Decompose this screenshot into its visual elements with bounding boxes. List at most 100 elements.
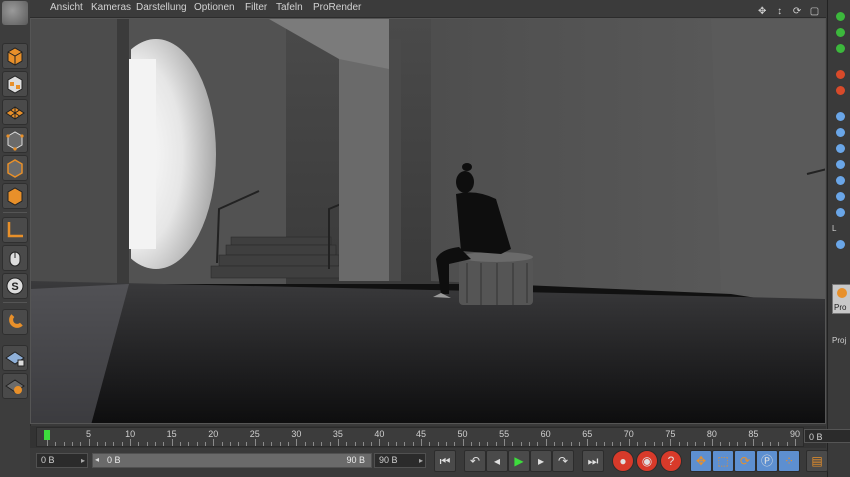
timeline-tick-mark <box>221 442 223 446</box>
current-frame-field[interactable]: 0 B <box>804 429 850 443</box>
record-active-button[interactable]: ● <box>612 450 634 472</box>
step-back-icon: ◂ <box>493 454 501 468</box>
parameter-p-icon: Ⓟ <box>760 454 773 468</box>
range-left-arrow-icon[interactable]: ◂ <box>95 455 99 464</box>
lock-workplane-button[interactable] <box>2 345 28 371</box>
menu-tafeln[interactable]: Tafeln <box>276 2 303 13</box>
maximize-view-icon[interactable]: ▢ <box>809 5 820 18</box>
polygons-mode-button[interactable] <box>2 183 28 209</box>
axis-mode-button[interactable] <box>2 217 28 243</box>
rotate-view-icon[interactable]: ↕ <box>774 5 785 18</box>
timeline-tick-mark <box>254 439 256 446</box>
object-tag-blue-icon[interactable] <box>836 192 845 201</box>
timeline-tick-mark <box>71 442 73 446</box>
floor <box>31 281 825 423</box>
timeline-tick-mark <box>570 442 572 446</box>
points-mode-button[interactable] <box>2 127 28 153</box>
app-logo-icon[interactable] <box>2 1 28 25</box>
stepper-arrow-icon[interactable]: ▸ <box>419 454 423 467</box>
timeline-tick-mark <box>653 442 655 446</box>
palette-separator <box>3 212 27 213</box>
timeline-tick-mark <box>445 442 447 446</box>
timeline-button[interactable]: ▤ <box>806 450 828 472</box>
edges-mode-button[interactable] <box>2 155 28 181</box>
play-button[interactable]: ▶ <box>508 450 530 472</box>
keyframe-selection-button[interactable]: ? <box>660 450 682 472</box>
go-to-start-button[interactable]: ⏮ <box>434 450 456 472</box>
timeline-tick-mark <box>396 442 398 446</box>
tweak-mode-button[interactable] <box>2 245 28 271</box>
object-status-green-icon[interactable] <box>836 28 845 37</box>
object-status-red-icon[interactable] <box>836 86 845 95</box>
start-frame-field[interactable]: 0 B ▸ <box>36 453 88 468</box>
timeline-tick-mark <box>695 442 697 446</box>
next-keyframe-button[interactable]: ↷ <box>552 450 574 472</box>
timeline-tick-label: 75 <box>665 429 676 439</box>
timeline-tick-mark <box>487 442 489 446</box>
object-status-green-icon[interactable] <box>836 12 845 21</box>
render-viewport[interactable] <box>30 18 826 424</box>
timeline-tick-label: 45 <box>415 429 427 439</box>
previous-frame-button[interactable]: ◂ <box>486 450 508 472</box>
object-tag-blue-icon[interactable] <box>836 208 845 217</box>
workplane-button[interactable] <box>2 99 28 125</box>
zoom-view-icon[interactable]: ⟳ <box>792 5 803 18</box>
prorender-tab[interactable]: Pro <box>832 284 850 314</box>
timeline-tick-mark <box>171 439 173 446</box>
timeline-tick-mark <box>512 442 514 446</box>
object-status-green-icon[interactable] <box>836 44 845 53</box>
mouse-icon <box>9 251 21 267</box>
timeline-tick-mark <box>346 442 348 446</box>
timeline-tick-label: 40 <box>374 429 385 439</box>
record-point-level-button[interactable]: ⁘ <box>778 450 800 472</box>
move-view-icon[interactable]: ✥ <box>757 5 768 18</box>
record-scale-button[interactable]: ⬚ <box>712 450 734 472</box>
stepper-arrow-icon[interactable]: ▸ <box>81 454 85 467</box>
timeline-tick-mark <box>113 442 115 446</box>
cube-points-icon <box>6 131 24 151</box>
menu-kameras[interactable]: Kameras <box>91 2 131 13</box>
menu-prorender[interactable]: ProRender <box>313 2 361 13</box>
make-editable-button[interactable] <box>2 43 28 69</box>
menu-darstellung[interactable]: Darstellung <box>136 2 187 13</box>
object-tag-blue-icon[interactable] <box>836 176 845 185</box>
texture-mode-button[interactable] <box>2 71 28 97</box>
autokey-button[interactable]: ◉ <box>636 450 658 472</box>
timeline-ruler[interactable]: 051015202530354045505560657075808590 <box>36 427 804 447</box>
timeline-tick-label: 60 <box>540 429 551 439</box>
menu-filter[interactable]: Filter <box>245 2 267 13</box>
magnet-button[interactable] <box>2 309 28 335</box>
timeline-tick-mark <box>537 442 539 446</box>
timeline-tick-mark <box>454 442 456 446</box>
grid-plane-icon <box>5 106 25 120</box>
object-tag-blue-icon[interactable] <box>836 112 845 121</box>
svg-text:S: S <box>11 281 18 293</box>
menu-optionen[interactable]: Optionen <box>194 2 235 13</box>
rendered-scene <box>31 19 825 423</box>
timeline-tick-mark <box>778 442 780 446</box>
frame-range-slider[interactable]: 0 B 90 B ◂ ▸ <box>92 453 383 468</box>
next-frame-button[interactable]: ▸ <box>530 450 552 472</box>
timeline: 051015202530354045505560657075808590 0 B <box>30 426 850 448</box>
snapping-button[interactable]: S <box>2 273 28 299</box>
end-frame-field[interactable]: 90 B ▸ <box>374 453 426 468</box>
object-tag-blue-icon[interactable] <box>836 240 845 249</box>
record-position-button[interactable]: ✥ <box>690 450 712 472</box>
object-tag-blue-icon[interactable] <box>836 160 845 169</box>
go-to-end-button[interactable]: ⏭ <box>582 450 604 472</box>
object-tag-blue-icon[interactable] <box>836 128 845 137</box>
timeline-tick-label: 5 <box>86 429 92 439</box>
previous-keyframe-button[interactable]: ↶ <box>464 450 486 472</box>
axis-icon <box>7 222 23 238</box>
timeline-tick-mark <box>620 442 622 446</box>
cube-edges-icon <box>7 159 23 178</box>
layer-label: L <box>832 224 837 233</box>
film-strip-icon: ▤ <box>811 454 823 468</box>
object-tag-blue-icon[interactable] <box>836 144 845 153</box>
playhead[interactable] <box>44 430 50 440</box>
record-rotation-button[interactable]: ⟳ <box>734 450 756 472</box>
workplane-mode-button[interactable] <box>2 373 28 399</box>
record-parameter-button[interactable]: Ⓟ <box>756 450 778 472</box>
menu-ansicht[interactable]: Ansicht <box>50 2 83 13</box>
object-status-red-icon[interactable] <box>836 70 845 79</box>
